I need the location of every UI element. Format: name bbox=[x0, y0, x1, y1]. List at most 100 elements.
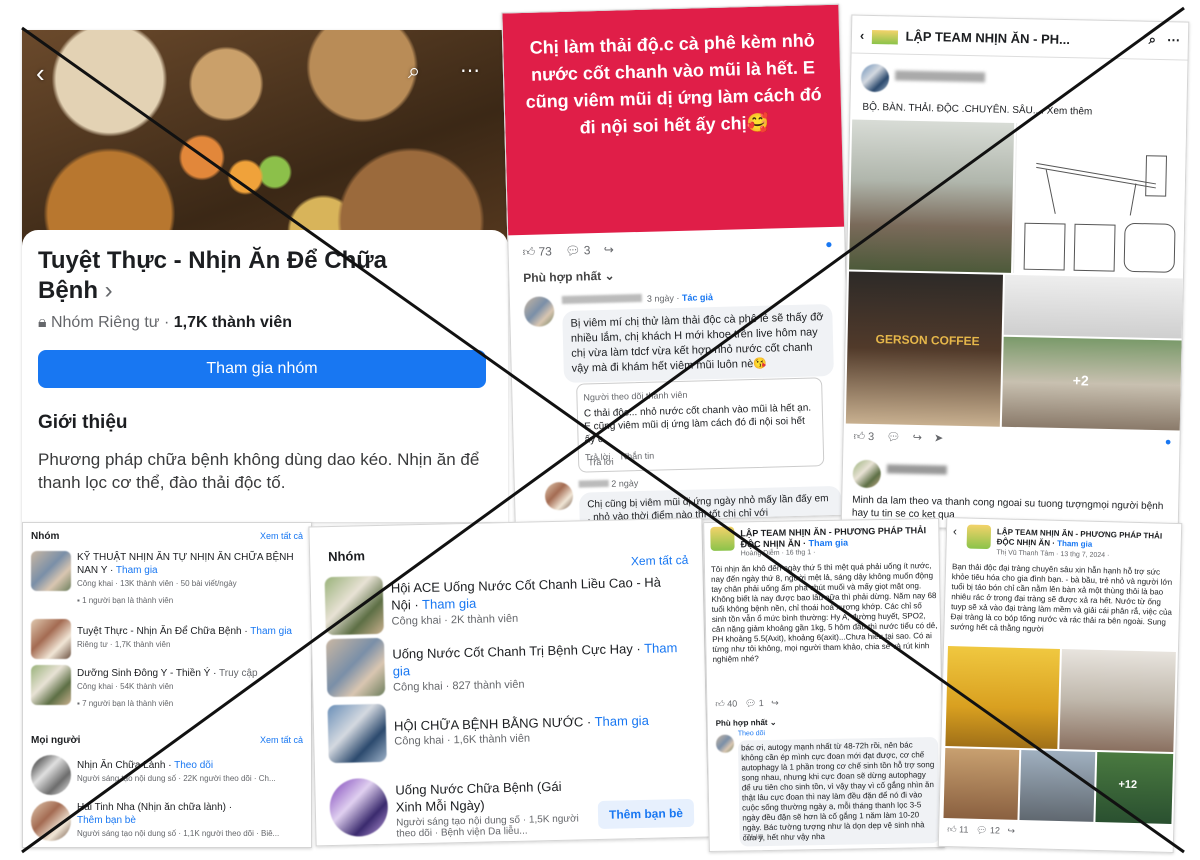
colon-cleanse-post-card: ‹ LẬP TEAM NHỊN ĂN - PHƯƠNG PHÁP THẢI ĐỘ… bbox=[937, 516, 1183, 854]
avatar[interactable] bbox=[329, 777, 389, 838]
group-thumbnail[interactable] bbox=[31, 551, 71, 591]
group-info: Tuyệt Thực - Nhịn Ăn Để Chữa Bệnh › 🔒︎ N… bbox=[22, 230, 508, 522]
post-photo[interactable] bbox=[1013, 122, 1187, 277]
group-name[interactable]: Uống Nước Cốt Chanh Trị Bệnh Cực Hay · T… bbox=[392, 639, 683, 680]
post-stats: 👍︎ 11 💬︎ 12 ↪ bbox=[947, 824, 1016, 836]
person-name[interactable]: Hai Tinh Nha (Nhịn ăn chữa lành) · Thêm b… bbox=[77, 801, 305, 827]
group-thumbnail[interactable] bbox=[327, 703, 387, 764]
group-name[interactable]: Hội ACE Uống Nước Cốt Chanh Liều Cao - H… bbox=[391, 573, 682, 614]
reply-button[interactable]: Trả lời bbox=[588, 457, 614, 468]
post-photo[interactable] bbox=[1003, 274, 1183, 339]
post-photo[interactable] bbox=[945, 646, 1060, 749]
search-icon[interactable]: ⌕ bbox=[408, 58, 420, 84]
avatar[interactable] bbox=[31, 801, 71, 841]
more-options-icon[interactable]: ⋯ bbox=[1167, 32, 1180, 48]
like-icon[interactable]: 👍︎ bbox=[715, 699, 725, 709]
group-meta: 🔒︎ Nhóm Riêng tư · 1,7K thành viên bbox=[38, 314, 292, 331]
comment-sort[interactable]: Phù hợp nhất ⌄ bbox=[523, 269, 615, 285]
post-body: Bạn thải độc đại tràng chuyên sâu xin hẫ… bbox=[950, 562, 1173, 634]
group-name[interactable]: LẬP TEAM NHỊN ĂN - PHƯƠNG PHÁP THẢI ĐỘC … bbox=[740, 525, 936, 550]
group-title[interactable]: Tuyệt Thực - Nhịn Ăn Để Chữa Bệnh › bbox=[38, 246, 438, 306]
blurred-name bbox=[886, 464, 947, 475]
group-name[interactable]: Tuyệt Thực - Nhịn Ăn Để Chữa Bệnh · Tham… bbox=[77, 625, 305, 638]
group-thumbnail bbox=[871, 29, 899, 45]
comment-icon[interactable]: 💬︎ bbox=[565, 244, 581, 258]
group-name[interactable]: HỘI CHỮA BỆNH BẰNG NƯỚC · Tham gia bbox=[394, 711, 684, 735]
person-name[interactable]: Uống Nước Chữa Bệnh (Gái Xinh Mỗi Ngày) bbox=[395, 777, 586, 815]
section-heading: Mọi người bbox=[31, 735, 81, 746]
post-stats: 👍︎ 73 💬︎ 3 ↪ ● bbox=[522, 236, 833, 260]
see-all-link[interactable]: Xem tất cả bbox=[631, 553, 689, 568]
more-options-icon[interactable]: ⋯ bbox=[460, 58, 480, 83]
comment-bubble: Bị viêm mí chị thử làm thải độc cà phê l… bbox=[562, 303, 834, 383]
avatar[interactable] bbox=[523, 296, 555, 328]
intro-text: Phương pháp chữa bệnh không dùng dao kéo… bbox=[38, 450, 480, 492]
lock-icon: 🔒︎ bbox=[38, 314, 47, 331]
comment-bubble: bác ơi, autogy mạnh nhất từ 48-72h rồi, … bbox=[737, 737, 940, 847]
back-arrow-icon[interactable]: ‹ bbox=[860, 28, 865, 43]
blurred-name bbox=[578, 479, 609, 488]
groups-search-card-large: Nhóm Xem tất cả Hội ACE Uống Nước Cốt Ch… bbox=[308, 517, 710, 847]
more-photos-count: +2 bbox=[1072, 372, 1089, 389]
like-icon[interactable]: 👍︎ bbox=[853, 431, 865, 443]
avatar[interactable] bbox=[715, 734, 735, 753]
share-icon[interactable]: ↪ bbox=[913, 432, 922, 444]
share-icon[interactable]: ↪ bbox=[771, 698, 779, 708]
blurred-name bbox=[895, 70, 986, 83]
product-label: GERSON COFFEE bbox=[875, 332, 980, 349]
comment-icon[interactable]: 💬︎ bbox=[886, 431, 900, 443]
more-photos-count: +12 bbox=[1118, 778, 1138, 792]
like-icon[interactable]: 👍︎ bbox=[947, 824, 957, 834]
comment-icon[interactable]: 💬︎ bbox=[745, 698, 757, 708]
back-arrow-icon[interactable]: ‹ bbox=[953, 524, 957, 538]
add-friend-button[interactable]: Thêm bạn bè bbox=[597, 798, 695, 830]
group-name[interactable]: LẬP TEAM NHỊN ĂN - PHƯƠNG PHÁP THẢI ĐỘC … bbox=[997, 527, 1177, 552]
post-text-background: Chị làm thải độ.c cà phê kèm nhỏ nước cố… bbox=[502, 4, 847, 236]
search-icon[interactable]: ⌕ bbox=[1148, 32, 1157, 48]
post-photo[interactable] bbox=[1019, 750, 1096, 822]
group-name[interactable]: KỸ THUẬT NHỊN ĂN TỰ NHỊN ĂN CHỮA BỆNH NA… bbox=[77, 551, 305, 577]
avatar[interactable] bbox=[31, 755, 71, 795]
share-icon[interactable]: ↪ bbox=[1007, 826, 1015, 836]
group-name[interactable]: Dưỡng Sinh Đông Y - Thiền Ý · Truy cập bbox=[77, 667, 305, 680]
see-all-link[interactable]: Xem tất cả bbox=[260, 531, 303, 541]
section-heading: Nhóm bbox=[31, 531, 60, 542]
message-button[interactable]: Nhắn tin bbox=[620, 451, 654, 462]
comment-sort[interactable]: Phù hợp nhất ⌄ bbox=[716, 718, 777, 728]
red-post-card: Chị làm thải độ.c cà phê kèm nhỏ nước cố… bbox=[501, 3, 853, 525]
post-photo[interactable] bbox=[849, 119, 1015, 273]
post-header: ‹ LẬP TEAM NHỊN ĂN - PH... ⌕ ⋯ bbox=[851, 15, 1190, 61]
groups-search-card: Nhóm Xem tất cả KỸ THUẬT NHỊN ĂN TỰ NHỊN… bbox=[22, 522, 312, 848]
share-icon[interactable]: ↪ bbox=[604, 243, 614, 257]
group-thumbnail[interactable] bbox=[31, 665, 71, 705]
back-arrow-icon[interactable]: ‹ bbox=[36, 58, 45, 89]
see-all-link[interactable]: Xem tất cả bbox=[260, 735, 303, 745]
group-page-card: ‹ ⌕ ⋯ Tuyệt Thực - Nhịn Ăn Để Chữa Bệnh … bbox=[22, 30, 508, 522]
member-count: 1,7K thành viên bbox=[173, 314, 292, 331]
group-thumbnail bbox=[966, 524, 992, 550]
chevron-right-icon: › bbox=[104, 277, 113, 304]
group-thumbnail[interactable] bbox=[325, 637, 386, 698]
table-diagram-icon bbox=[1023, 155, 1176, 273]
like-reaction-icon: ● bbox=[1164, 436, 1172, 449]
like-reaction-icon: ● bbox=[825, 236, 833, 252]
comment-icon[interactable]: 💬︎ bbox=[976, 825, 988, 835]
post-body: Tôi nhịn ăn khô đến ngày thứ 5 thì mệt q… bbox=[710, 561, 938, 664]
group-thumbnail[interactable] bbox=[324, 575, 384, 636]
post-stats: 👍︎ 3 💬︎ ↪ ➤ ● bbox=[853, 430, 1172, 449]
join-group-button[interactable]: Tham gia nhóm bbox=[38, 350, 486, 388]
avatar[interactable] bbox=[860, 63, 890, 93]
send-icon[interactable]: ➤ bbox=[934, 432, 943, 444]
avatar[interactable] bbox=[544, 481, 574, 511]
team-post-card: ‹ LẬP TEAM NHỊN ĂN - PH... ⌕ ⋯ BỘ. BÀN. … bbox=[840, 14, 1190, 534]
person-name[interactable]: Nhịn Ăn Chữa Lành · Theo dõi bbox=[77, 759, 305, 772]
post-photo[interactable]: +12 bbox=[1095, 751, 1174, 824]
post-photo[interactable]: GERSON COFFEE bbox=[845, 271, 1003, 427]
group-thumbnail[interactable] bbox=[31, 619, 71, 659]
like-icon[interactable]: 👍︎ bbox=[522, 245, 535, 259]
post-photo[interactable] bbox=[943, 748, 1020, 820]
post-photo[interactable] bbox=[1059, 649, 1176, 752]
avatar[interactable] bbox=[852, 459, 882, 489]
reply-button[interactable]: Trả lời bbox=[744, 834, 764, 841]
post-photo[interactable]: +2 bbox=[1001, 336, 1182, 431]
